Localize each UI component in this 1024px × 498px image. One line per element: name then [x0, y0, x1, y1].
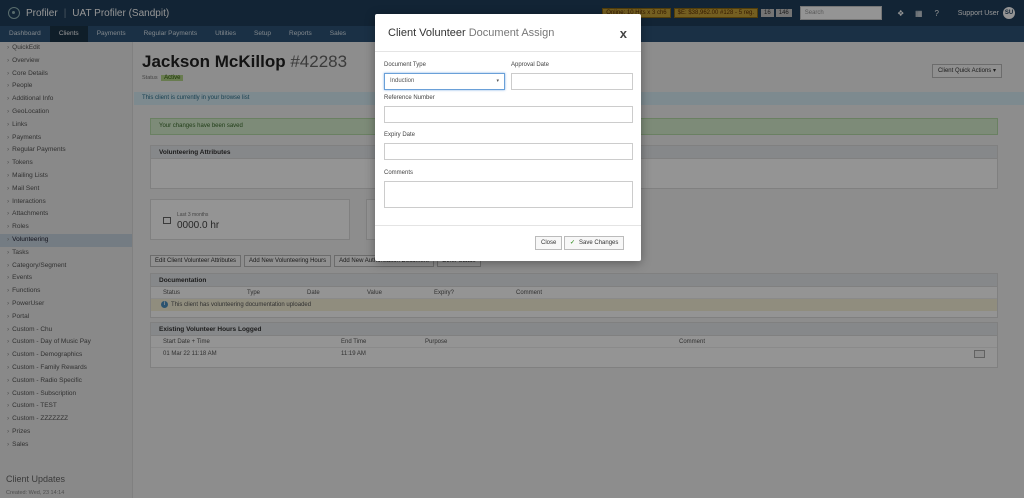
expiry-date-field[interactable] [384, 143, 633, 160]
document-assign-modal: Client Volunteer Document Assign x Docum… [375, 14, 641, 261]
modal-title: Client Volunteer Document Assign [388, 27, 554, 39]
reference-number-field[interactable] [384, 106, 633, 123]
modal-header: Client Volunteer Document Assign x [375, 14, 641, 52]
document-type-select[interactable]: Induction ▾ [384, 73, 505, 90]
comments-textarea[interactable] [384, 181, 633, 208]
modal-footer: Close ✓ Save Changes [375, 225, 641, 261]
check-icon: ✓ [570, 240, 576, 246]
close-icon[interactable]: x [620, 26, 627, 41]
document-type-value: Induction [390, 78, 415, 84]
document-type-label: Document Type [384, 62, 426, 68]
save-changes-label: Save Changes [579, 240, 619, 246]
modal-title-main: Client Volunteer [388, 27, 466, 39]
close-button[interactable]: Close [535, 236, 563, 250]
modal-title-sub: Document Assign [468, 27, 555, 39]
approval-date-label: Approval Date [511, 62, 550, 68]
reference-number-label: Reference Number [384, 95, 435, 101]
save-changes-button[interactable]: ✓ Save Changes [564, 236, 625, 250]
comments-label: Comments [384, 170, 414, 176]
approval-date-field[interactable] [511, 73, 633, 90]
expiry-date-label: Expiry Date [384, 132, 416, 138]
chevron-down-icon: ▾ [496, 78, 499, 84]
